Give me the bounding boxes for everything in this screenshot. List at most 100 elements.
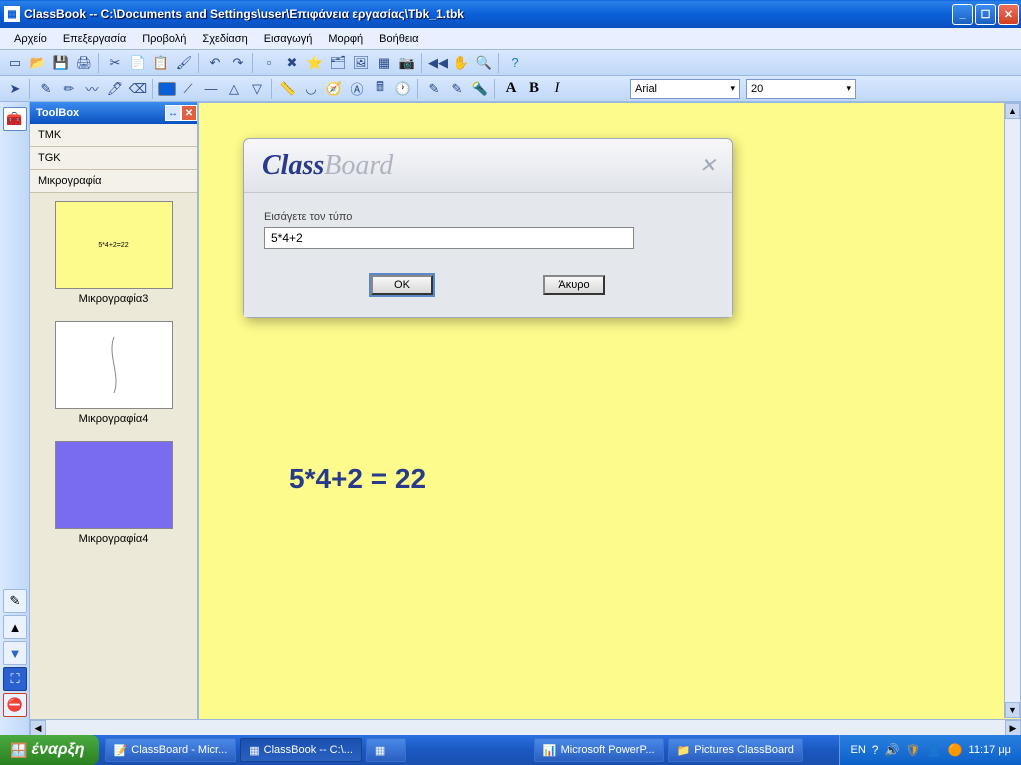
clock[interactable]: 11:17 μμ: [969, 744, 1011, 756]
taskbar-item[interactable]: ▦ClassBook -- C:\...: [240, 738, 362, 762]
scroll-right-icon[interactable]: ▶: [1005, 720, 1021, 736]
tray-av-icon[interactable]: 🟠: [948, 743, 963, 757]
menu-insert[interactable]: Εισαγωγή: [256, 31, 321, 47]
italic-button[interactable]: I: [546, 78, 568, 100]
toolbox-section-tmk[interactable]: TMK: [30, 124, 197, 147]
undo-icon[interactable]: ↶: [204, 52, 226, 74]
toolbox-section-thumbnails[interactable]: Μικρογραφία: [30, 170, 197, 193]
thumbnail-item[interactable]: Μικρογραφία4: [30, 441, 197, 545]
compass-drawing-icon[interactable]: 🧭: [323, 78, 345, 100]
delete-page-icon[interactable]: ✖: [281, 52, 303, 74]
pointer-icon[interactable]: ➤: [4, 78, 26, 100]
panel-close-icon[interactable]: ✕: [181, 105, 197, 121]
pen3-icon[interactable]: 〰: [81, 78, 103, 100]
up-arrow-icon[interactable]: ▲: [3, 615, 27, 639]
toolbox-section-tgk[interactable]: TGK: [30, 147, 197, 170]
taskbar-item[interactable]: ▦: [366, 738, 406, 762]
taskbar-item[interactable]: 📝ClassBoard - Micr...: [105, 738, 237, 762]
ok-button[interactable]: OK: [371, 275, 433, 295]
menu-view[interactable]: Προβολή: [134, 31, 194, 47]
taskbar-item[interactable]: 📁Pictures ClassBoard: [668, 738, 803, 762]
start-button[interactable]: έναρξη: [0, 735, 99, 765]
close-button[interactable]: ✕: [998, 4, 1019, 25]
taskbar-item[interactable]: 📊Microsoft PowerP...: [534, 738, 664, 762]
tray-msn-icon[interactable]: 👤: [927, 743, 942, 757]
gallery-icon[interactable]: 🗂: [327, 52, 349, 74]
table-icon[interactable]: ▦: [373, 52, 395, 74]
scroll-up-icon[interactable]: ▲: [1005, 103, 1020, 119]
pen2-icon[interactable]: ✏: [58, 78, 80, 100]
zoom-icon[interactable]: 🔍: [473, 52, 495, 74]
stop-icon[interactable]: ⛔: [3, 693, 27, 717]
highlighter-icon[interactable]: 🖊: [104, 78, 126, 100]
scroll-left-icon[interactable]: ◀: [30, 720, 46, 736]
menu-format[interactable]: Μορφή: [320, 31, 371, 47]
text-tool-icon[interactable]: A: [500, 78, 522, 100]
menu-help[interactable]: Βοήθεια: [371, 31, 426, 47]
image-icon[interactable]: 🖼: [350, 52, 372, 74]
color-swatch[interactable]: [158, 82, 176, 96]
language-indicator[interactable]: EN: [850, 744, 865, 756]
standard-toolbar: ▭ 📂 💾 🖨 ✂ 📄 📋 🖌 ↶ ↷ ▫ ✖ ⭐ 🗂 🖼 ▦ 📷 ◀◀ ✋ 🔍…: [0, 50, 1021, 76]
line-icon[interactable]: ⟋: [177, 78, 199, 100]
camera-icon[interactable]: 📷: [396, 52, 418, 74]
brush-icon[interactable]: 🖌: [173, 52, 195, 74]
spotlight-icon[interactable]: 🔦: [469, 78, 491, 100]
down-arrow-icon[interactable]: ▼: [3, 641, 27, 665]
font-size-value: 20: [751, 83, 763, 95]
open-icon[interactable]: 📂: [27, 52, 49, 74]
highlight1-icon[interactable]: ✎: [423, 78, 445, 100]
triangle-icon[interactable]: △: [223, 78, 245, 100]
help-icon[interactable]: ?: [504, 52, 526, 74]
vertical-scrollbar[interactable]: ▲ ▼: [1004, 103, 1020, 718]
vscroll-track[interactable]: [1005, 119, 1020, 702]
canvas[interactable]: 5*4+2 = 22 ClassBoard ✕ Εισάγετε τον τύπ…: [198, 102, 1021, 735]
shape-icon[interactable]: ▽: [246, 78, 268, 100]
font-size-select[interactable]: 20 ▾: [746, 79, 856, 99]
panel-pin-icon[interactable]: ↔: [165, 105, 181, 121]
linestyle-icon[interactable]: —: [200, 78, 222, 100]
paste-icon[interactable]: 📋: [150, 52, 172, 74]
menu-edit[interactable]: Επεξεργασία: [55, 31, 134, 47]
menu-design[interactable]: Σχεδίαση: [194, 31, 255, 47]
app-icon: ▦: [375, 744, 385, 757]
menu-file[interactable]: Αρχείο: [6, 31, 55, 47]
horizontal-scrollbar[interactable]: ◀ ▶: [30, 719, 1021, 735]
cut-icon[interactable]: ✂: [104, 52, 126, 74]
cancel-button[interactable]: Άκυρο: [543, 275, 605, 295]
tray-help-icon[interactable]: ?: [872, 743, 879, 757]
protractor-icon[interactable]: ◡: [300, 78, 322, 100]
scroll-down-icon[interactable]: ▼: [1005, 702, 1020, 718]
redo-icon[interactable]: ↷: [227, 52, 249, 74]
ruler-icon[interactable]: 📏: [277, 78, 299, 100]
font-name-select[interactable]: Arial ▾: [630, 79, 740, 99]
highlight2-icon[interactable]: ✎: [446, 78, 468, 100]
fullscreen-icon[interactable]: ⛶: [3, 667, 27, 691]
annotate-icon[interactable]: ✎: [3, 589, 27, 613]
compass2-icon[interactable]: Ⓐ: [346, 78, 368, 100]
page-icon[interactable]: ▫: [258, 52, 280, 74]
minimize-button[interactable]: _: [952, 4, 973, 25]
print-icon[interactable]: 🖨: [73, 52, 95, 74]
thumbnail-item[interactable]: 5*4+2=22 Μικρογραφία3: [30, 201, 197, 305]
copy-icon[interactable]: 📄: [127, 52, 149, 74]
taskbar: έναρξη 📝ClassBoard - Micr... ▦ClassBook …: [0, 735, 1021, 765]
tray-shield-icon[interactable]: 🛡: [905, 743, 920, 757]
hand-icon[interactable]: ✋: [450, 52, 472, 74]
tray-network-icon[interactable]: 🔊: [884, 743, 899, 757]
calculator-icon[interactable]: 🖩: [369, 78, 391, 100]
clock-icon[interactable]: 🕐: [392, 78, 414, 100]
bold-button[interactable]: B: [523, 78, 545, 100]
save-icon[interactable]: 💾: [50, 52, 72, 74]
dialog-close-icon[interactable]: ✕: [699, 153, 716, 178]
new-icon[interactable]: ▭: [4, 52, 26, 74]
thumbnail-item[interactable]: Μικρογραφία4: [30, 321, 197, 425]
formula-input[interactable]: 5*4+2: [264, 227, 634, 249]
pen-icon[interactable]: ✎: [35, 78, 57, 100]
maximize-button[interactable]: ☐: [975, 4, 996, 25]
hscroll-track[interactable]: [46, 720, 1005, 735]
eraser-icon[interactable]: ⌫: [127, 78, 149, 100]
rail-toolbox-icon[interactable]: 🧰: [3, 107, 27, 131]
prev-icon[interactable]: ◀◀: [427, 52, 449, 74]
star-icon[interactable]: ⭐: [304, 52, 326, 74]
